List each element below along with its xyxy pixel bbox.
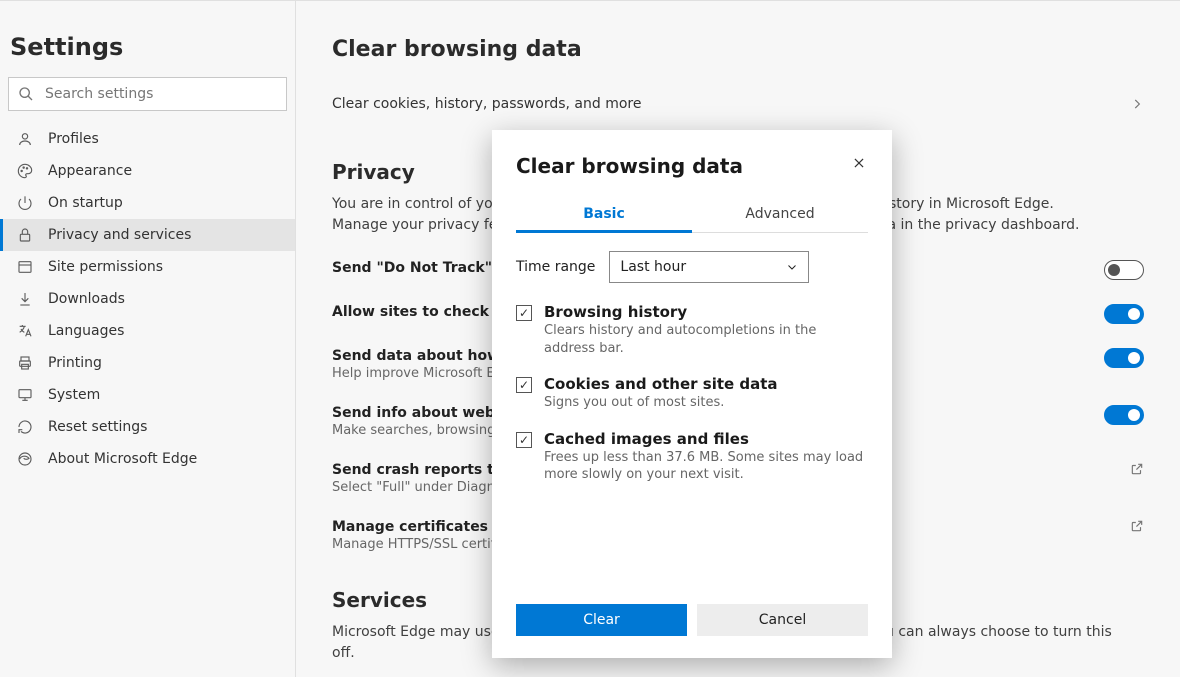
sidebar-item-label: Downloads: [48, 291, 125, 307]
toggle-payment-check[interactable]: [1104, 304, 1144, 324]
tab-advanced[interactable]: Advanced: [692, 196, 868, 232]
search-box: [8, 77, 287, 111]
time-range-value: Last hour: [620, 259, 686, 275]
time-range-row: Time range Last hour: [516, 251, 868, 283]
lock-icon: [16, 227, 34, 243]
sidebar-item-system[interactable]: System: [0, 379, 295, 411]
page-title: Settings: [0, 33, 295, 77]
checkbox-history[interactable]: [516, 305, 532, 321]
dialog-tabs: Basic Advanced: [516, 196, 868, 233]
search-input[interactable]: [8, 77, 287, 111]
checkbox-cookies[interactable]: [516, 377, 532, 393]
sidebar-item-label: Printing: [48, 355, 102, 371]
sidebar-item-profiles[interactable]: Profiles: [0, 123, 295, 155]
print-icon: [16, 355, 34, 371]
toggle-usage-data[interactable]: [1104, 348, 1144, 368]
clear-button[interactable]: Clear: [516, 604, 687, 636]
sidebar-item-label: Privacy and services: [48, 227, 191, 243]
check-title: Cookies and other site data: [544, 375, 778, 393]
check-desc: Frees up less than 37.6 MB. Some sites m…: [544, 449, 868, 484]
sidebar-item-label: On startup: [48, 195, 123, 211]
sidebar-item-label: System: [48, 387, 100, 403]
check-desc: Clears history and autocompletions in th…: [544, 322, 868, 357]
external-link-icon: [1130, 462, 1144, 476]
palette-icon: [16, 163, 34, 179]
check-item-cache: Cached images and files Frees up less th…: [516, 430, 868, 484]
clear-data-link-row[interactable]: Clear cookies, history, passwords, and m…: [332, 84, 1144, 124]
sidebar-item-label: Languages: [48, 323, 124, 339]
sidebar-item-appearance[interactable]: Appearance: [0, 155, 295, 187]
sidebar-item-startup[interactable]: On startup: [0, 187, 295, 219]
power-icon: [16, 195, 34, 211]
sidebar-item-reset[interactable]: Reset settings: [0, 411, 295, 443]
search-icon: [18, 86, 34, 102]
close-icon[interactable]: [850, 154, 868, 172]
clear-items-list: Browsing history Clears history and auto…: [516, 303, 868, 484]
site-icon: [16, 259, 34, 275]
time-range-label: Time range: [516, 259, 595, 275]
sidebar-item-privacy[interactable]: Privacy and services: [0, 219, 295, 251]
time-range-select[interactable]: Last hour: [609, 251, 809, 283]
toggle-do-not-track[interactable]: [1104, 260, 1144, 280]
sidebar-item-label: About Microsoft Edge: [48, 451, 197, 467]
sidebar-item-label: Reset settings: [48, 419, 147, 435]
reset-icon: [16, 419, 34, 435]
clear-data-link-label: Clear cookies, history, passwords, and m…: [332, 96, 641, 112]
sidebar: Settings Profiles Appearance On startup: [0, 1, 296, 677]
check-desc: Signs you out of most sites.: [544, 394, 778, 412]
sidebar-item-label: Appearance: [48, 163, 132, 179]
chevron-down-icon: [786, 261, 798, 273]
download-icon: [16, 291, 34, 307]
external-link-icon: [1130, 519, 1144, 533]
edge-icon: [16, 451, 34, 467]
sidebar-item-printing[interactable]: Printing: [0, 347, 295, 379]
clear-data-heading: Clear browsing data: [332, 37, 1144, 62]
system-icon: [16, 387, 34, 403]
sidebar-item-about[interactable]: About Microsoft Edge: [0, 443, 295, 475]
check-item-history: Browsing history Clears history and auto…: [516, 303, 868, 357]
check-item-cookies: Cookies and other site data Signs you ou…: [516, 375, 868, 412]
language-icon: [16, 323, 34, 339]
sidebar-item-label: Profiles: [48, 131, 99, 147]
sidebar-item-languages[interactable]: Languages: [0, 315, 295, 347]
person-icon: [16, 131, 34, 147]
check-title: Cached images and files: [544, 430, 868, 448]
tab-basic[interactable]: Basic: [516, 196, 692, 232]
toggle-site-info[interactable]: [1104, 405, 1144, 425]
dialog-title: Clear browsing data: [516, 154, 743, 178]
sidebar-item-site-permissions[interactable]: Site permissions: [0, 251, 295, 283]
cancel-button[interactable]: Cancel: [697, 604, 868, 636]
dialog-buttons: Clear Cancel: [516, 604, 868, 636]
sidebar-nav: Profiles Appearance On startup Privacy a…: [0, 123, 295, 475]
check-title: Browsing history: [544, 303, 868, 321]
chevron-right-icon: [1130, 97, 1144, 111]
clear-data-dialog: Clear browsing data Basic Advanced Time …: [492, 130, 892, 658]
sidebar-item-label: Site permissions: [48, 259, 163, 275]
sidebar-item-downloads[interactable]: Downloads: [0, 283, 295, 315]
checkbox-cache[interactable]: [516, 432, 532, 448]
